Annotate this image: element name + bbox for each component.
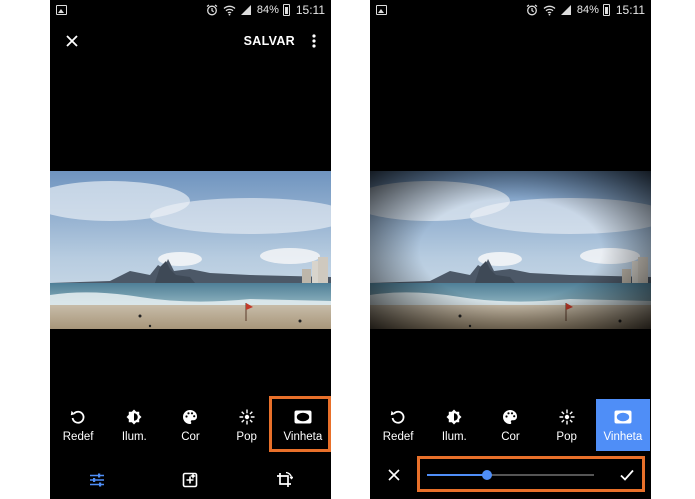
tool-label: Cor: [181, 430, 200, 443]
sliders-icon[interactable]: [84, 467, 110, 493]
tool-cor[interactable]: Cor: [163, 399, 217, 451]
vignette-icon: [614, 408, 632, 426]
tool-vinheta-selected[interactable]: Vinheta: [595, 399, 650, 451]
tool-label: Ilum.: [121, 430, 147, 443]
wifi-icon: [223, 4, 236, 17]
tool-redef[interactable]: Redef: [51, 399, 105, 451]
tool-pop[interactable]: Pop: [540, 399, 594, 451]
tool-label: Pop: [556, 430, 577, 443]
tool-label: Pop: [236, 430, 257, 443]
phone-screen-right: 84% 15:11 Redef Ilum. Cor Pop Vinheta: [370, 0, 651, 499]
sparkle-icon: [558, 408, 576, 426]
crop-rotate-icon[interactable]: [271, 467, 297, 493]
status-bar: 84% 15:11: [370, 0, 651, 20]
auto-enhance-icon[interactable]: [177, 467, 203, 493]
battery-percent: 84%: [576, 4, 599, 16]
highlight-vignette-slider: [417, 456, 645, 492]
tool-pop[interactable]: Pop: [220, 399, 274, 451]
battery-icon: [282, 4, 290, 16]
beach-photo: [50, 171, 331, 329]
palette-icon: [501, 408, 519, 426]
bottom-nav: [50, 462, 331, 498]
tool-label: Redef: [62, 430, 94, 443]
more-options-icon[interactable]: [309, 31, 319, 51]
rotate-icon: [389, 408, 407, 426]
signal-icon: [560, 4, 573, 17]
tool-label: Vinheta: [603, 430, 643, 443]
adjust-tools: Redef Ilum. Cor Pop Vinheta: [370, 399, 651, 451]
tool-redef[interactable]: Redef: [371, 399, 425, 451]
alarm-icon: [526, 4, 539, 17]
cancel-icon[interactable]: [384, 465, 404, 485]
close-icon[interactable]: [62, 31, 82, 51]
save-button[interactable]: SALVAR: [244, 34, 295, 48]
status-bar: 84% 15:11: [50, 0, 331, 20]
gallery-notification-icon: [56, 5, 67, 15]
brightness-icon: [125, 408, 143, 426]
gallery-notification-icon: [376, 5, 387, 15]
alarm-icon: [206, 4, 219, 17]
tool-ilum[interactable]: Ilum.: [427, 399, 481, 451]
palette-icon: [181, 408, 199, 426]
tool-label: Redef: [382, 430, 414, 443]
tool-label: Cor: [501, 430, 520, 443]
tool-label: Ilum.: [441, 430, 467, 443]
beach-photo-vignette: [370, 171, 651, 329]
signal-icon: [240, 4, 253, 17]
rotate-icon: [69, 408, 87, 426]
battery-percent: 84%: [256, 4, 279, 16]
sparkle-icon: [238, 408, 256, 426]
editor-top-bar: SALVAR: [50, 22, 331, 60]
wifi-icon: [543, 4, 556, 17]
clock: 15:11: [615, 3, 645, 17]
clock: 15:11: [295, 3, 325, 17]
highlight-vinheta-tool: [269, 396, 331, 452]
tool-ilum[interactable]: Ilum.: [107, 399, 161, 451]
brightness-icon: [445, 408, 463, 426]
battery-icon: [602, 4, 610, 16]
tool-cor[interactable]: Cor: [483, 399, 537, 451]
